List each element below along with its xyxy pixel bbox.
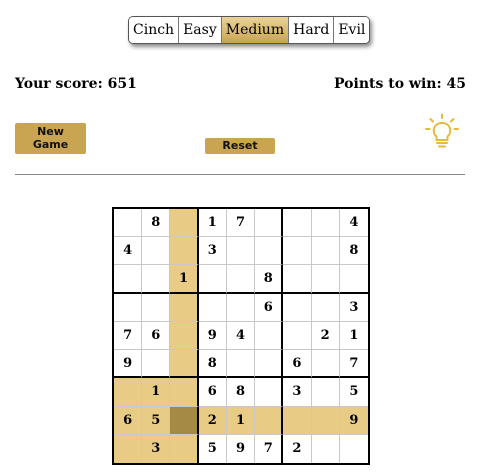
- board-cell-r5-c1[interactable]: 7: [114, 321, 143, 351]
- board-cell-r9-c8[interactable]: [312, 434, 340, 463]
- board-cell-r3-c6[interactable]: 8: [255, 265, 284, 294]
- board-cell-r2-c2[interactable]: [142, 237, 171, 266]
- board-cell-r6-c9[interactable]: 7: [339, 350, 368, 379]
- board-cell-r7-c1[interactable]: [114, 378, 143, 407]
- board-cell-r1-c7[interactable]: [283, 209, 312, 238]
- board-cell-r8-c9[interactable]: 9: [339, 406, 368, 435]
- board-cell-r6-c1[interactable]: 9: [114, 350, 143, 379]
- new-game-button[interactable]: New Game: [15, 123, 86, 154]
- board-cell-r8-c6[interactable]: [255, 406, 284, 435]
- board-cell-r3-c4[interactable]: [198, 265, 227, 294]
- board-cell-r9-c5[interactable]: 9: [227, 434, 256, 463]
- board-cell-r7-c8[interactable]: [311, 378, 340, 407]
- board-cell-r5-c3[interactable]: [170, 321, 199, 351]
- board-cell-r4-c6[interactable]: 6: [255, 293, 284, 322]
- board-cell-r5-c8[interactable]: 2: [311, 321, 340, 351]
- difficulty-medium-button[interactable]: Medium: [221, 17, 290, 43]
- board-cell-r7-c9[interactable]: 5: [339, 378, 368, 407]
- board-cell-r5-c7[interactable]: [283, 321, 312, 351]
- difficulty-hard-button[interactable]: Hard: [289, 17, 335, 43]
- board-cell-r1-c2[interactable]: 8: [142, 209, 171, 238]
- board-cell-r8-c7[interactable]: [283, 406, 312, 435]
- board-cell-r8-c5[interactable]: 1: [226, 406, 256, 435]
- board-cell-r8-c8[interactable]: [311, 406, 340, 435]
- difficulty-easy-button[interactable]: Easy: [179, 17, 222, 43]
- board-cell-r5-c6[interactable]: [255, 321, 284, 351]
- board-cell-r4-c4[interactable]: [198, 293, 227, 322]
- board-cell-r5-c9[interactable]: 1: [339, 322, 368, 351]
- sudoku-board: 817443818637694219867168356521935972: [112, 207, 370, 465]
- board-cell-r9-c2[interactable]: 3: [142, 434, 171, 463]
- board-cell-r7-c5[interactable]: 8: [226, 378, 256, 407]
- board-cell-r4-c3[interactable]: [170, 293, 199, 322]
- board-cell-r2-c6[interactable]: [255, 237, 284, 266]
- board-cell-r8-c4[interactable]: 2: [198, 406, 227, 435]
- board-cell-r6-c3[interactable]: [170, 350, 199, 379]
- board-cell-r9-c4[interactable]: 5: [199, 434, 227, 463]
- board-cell-r6-c8[interactable]: [311, 350, 340, 379]
- board-cell-r1-c1[interactable]: [114, 209, 143, 238]
- difficulty-cinch-button[interactable]: Cinch: [129, 17, 180, 43]
- board-cell-r2-c7[interactable]: [283, 237, 312, 266]
- board-cell-r3-c7[interactable]: [283, 265, 312, 294]
- board-cell-r5-c5[interactable]: 4: [226, 321, 256, 351]
- board-cell-r3-c9[interactable]: [339, 265, 368, 294]
- board-cell-r3-c2[interactable]: [142, 265, 171, 294]
- difficulty-selector: Cinch Easy Medium Hard Evil: [128, 16, 371, 44]
- board-cell-r5-c4[interactable]: 9: [198, 321, 227, 351]
- board-cell-r7-c3[interactable]: [170, 378, 199, 407]
- board-cell-r4-c1[interactable]: [114, 293, 143, 322]
- board-cell-r9-c7[interactable]: 2: [283, 434, 312, 463]
- board-cell-r6-c4[interactable]: 8: [198, 350, 227, 379]
- board-cell-r6-c6[interactable]: [255, 350, 284, 379]
- board-cell-r3-c3[interactable]: 1: [170, 265, 199, 294]
- new-game-label-line1: New: [37, 125, 64, 138]
- board-cell-r2-c8[interactable]: [311, 237, 340, 266]
- board-cell-r4-c7[interactable]: [283, 293, 312, 322]
- difficulty-evil-button[interactable]: Evil: [334, 17, 370, 43]
- board-cell-r1-c9[interactable]: 4: [339, 209, 368, 238]
- board-cell-r6-c7[interactable]: 6: [283, 350, 312, 379]
- divider: [15, 174, 465, 175]
- board-cell-r7-c2[interactable]: 1: [142, 378, 171, 407]
- board-cell-r1-c3[interactable]: [170, 209, 199, 238]
- board-cell-r2-c5[interactable]: [226, 237, 256, 266]
- board-cell-r5-c2[interactable]: 6: [142, 321, 171, 351]
- reset-button[interactable]: Reset: [205, 138, 275, 154]
- board-cell-r7-c6[interactable]: [255, 378, 284, 407]
- your-score: Your score: 651: [15, 76, 137, 92]
- board-cell-r4-c8[interactable]: [311, 293, 340, 322]
- board-cell-r4-c2[interactable]: [142, 293, 171, 322]
- board-cell-r4-c5[interactable]: [226, 293, 256, 322]
- new-game-label-line2: Game: [32, 138, 69, 151]
- board-cell-r2-c1[interactable]: 4: [114, 237, 143, 266]
- board-cell-r6-c2[interactable]: [142, 350, 171, 379]
- board-cell-r1-c4[interactable]: 1: [198, 209, 227, 238]
- board-cell-r2-c3[interactable]: [170, 237, 199, 266]
- board-cell-r7-c7[interactable]: 3: [283, 378, 312, 407]
- board-cell-r9-c1[interactable]: [114, 434, 143, 463]
- board-cell-r3-c5[interactable]: [226, 265, 256, 294]
- board-cell-r1-c8[interactable]: [311, 209, 340, 238]
- board-cell-r7-c4[interactable]: 6: [198, 378, 227, 407]
- board-cell-r6-c5[interactable]: [226, 350, 256, 379]
- board-cell-r4-c9[interactable]: 3: [339, 294, 368, 322]
- points-to-win: Points to win: 45: [334, 76, 466, 92]
- board-cell-r8-c3[interactable]: [170, 406, 199, 435]
- board-cell-r9-c6[interactable]: 7: [255, 434, 284, 463]
- board-cell-r9-c9[interactable]: [340, 435, 368, 463]
- board-cell-r8-c1[interactable]: 6: [114, 406, 143, 435]
- board-cell-r2-c4[interactable]: 3: [198, 237, 227, 266]
- board-cell-r3-c1[interactable]: [114, 265, 143, 294]
- board-cell-r1-c5[interactable]: 7: [226, 209, 256, 238]
- board-cell-r9-c3[interactable]: [170, 434, 199, 463]
- board-cell-r8-c2[interactable]: 5: [142, 406, 171, 435]
- lightbulb-icon: [425, 113, 459, 148]
- hint-button[interactable]: [424, 113, 460, 149]
- board-cell-r1-c6[interactable]: [255, 209, 284, 238]
- board-cell-r3-c8[interactable]: [311, 265, 340, 294]
- board-cell-r2-c9[interactable]: 8: [339, 237, 368, 266]
